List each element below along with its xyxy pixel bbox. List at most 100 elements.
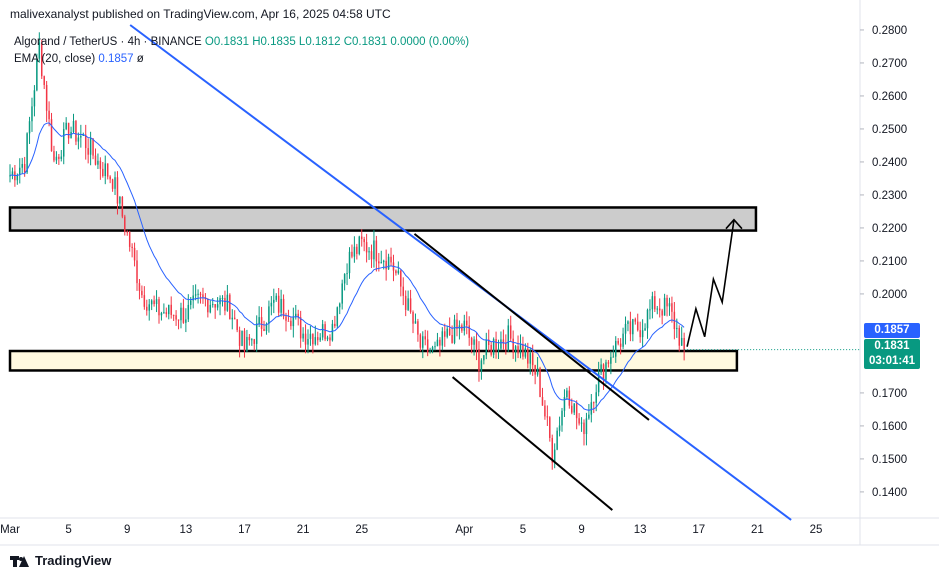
candle-up[interactable] [566,390,568,398]
candle-down[interactable] [116,177,119,204]
candle-up[interactable] [292,317,295,327]
candle-down[interactable] [444,331,446,337]
candle-up[interactable] [185,319,187,323]
candle-up[interactable] [585,418,588,435]
candle-down[interactable] [277,295,280,313]
candle-down[interactable] [111,179,114,189]
candle-down[interactable] [45,84,48,111]
candle-up[interactable] [627,321,629,324]
candle-up[interactable] [226,294,229,311]
candle-up[interactable] [519,343,522,354]
candle-down[interactable] [158,299,160,316]
candle-down[interactable] [263,328,265,331]
candle-down[interactable] [146,306,148,311]
candle-up[interactable] [302,333,304,339]
candle-up[interactable] [507,325,510,350]
candle-down[interactable] [639,330,641,338]
candle-up[interactable] [319,337,321,341]
candle-down[interactable] [671,303,673,312]
candle-up[interactable] [19,167,21,175]
candle-down[interactable] [439,339,441,346]
candle-up[interactable] [580,422,583,424]
candle-up[interactable] [270,302,273,307]
candle-down[interactable] [165,312,168,315]
candle-down[interactable] [568,390,571,406]
candle-up[interactable] [485,339,488,356]
candle-up[interactable] [21,163,23,168]
candle-down[interactable] [575,403,578,419]
candle-down[interactable] [602,364,605,380]
candle-up[interactable] [632,319,634,335]
candle-up[interactable] [651,296,654,310]
price-chart[interactable]: 0.1400 0.1500 0.1600 0.1700 0.2000 0.2100 0.22… [0,0,939,579]
candle-up[interactable] [622,333,624,347]
candle-up[interactable] [387,256,390,270]
candle-up[interactable] [343,274,346,284]
candle-down[interactable] [131,246,133,248]
candle-down[interactable] [534,365,536,375]
candle-up[interactable] [273,299,275,303]
candle-up[interactable] [338,303,341,308]
candle-up[interactable] [77,137,80,142]
candle-down[interactable] [199,293,202,295]
candle-up[interactable] [500,339,502,349]
candle-up[interactable] [26,133,28,173]
candle-up[interactable] [221,297,224,299]
candle-up[interactable] [348,251,351,274]
candle-up[interactable] [590,402,593,415]
candle-down[interactable] [683,337,685,350]
candle-up[interactable] [463,320,466,331]
candle-down[interactable] [182,307,185,323]
candle-up[interactable] [380,262,383,264]
candle-up[interactable] [434,346,436,348]
candle-up[interactable] [600,364,602,373]
candle-up[interactable] [336,307,339,327]
candle-down[interactable] [329,337,331,341]
candle-down[interactable] [317,337,319,341]
candle-up[interactable] [656,308,659,310]
candle-down[interactable] [661,310,663,316]
candle-up[interactable] [255,323,258,344]
candle-down[interactable] [87,148,89,155]
candle-up[interactable] [536,368,539,375]
candle-down[interactable] [102,168,104,177]
candle-up[interactable] [160,313,163,316]
candle-down[interactable] [253,339,256,344]
candle-up[interactable] [353,246,356,257]
candle-up[interactable] [561,410,563,426]
candle-down[interactable] [478,348,480,372]
candle-up[interactable] [211,304,214,306]
candle-down[interactable] [43,76,45,85]
candle-up[interactable] [314,337,317,345]
candle-down[interactable] [365,242,368,253]
candle-up[interactable] [346,273,348,275]
candle-up[interactable] [649,309,651,311]
candle-down[interactable] [509,325,512,339]
candle-up[interactable] [614,340,617,357]
candle-down[interactable] [426,339,429,353]
candle-up[interactable] [258,317,260,324]
candle-up[interactable] [155,299,158,305]
symbol-label[interactable]: Algorand / TetherUS · 4h · BINANCE [14,36,202,48]
candle-up[interactable] [231,317,234,320]
candle-up[interactable] [62,129,65,157]
candle-down[interactable] [233,317,236,320]
candle-down[interactable] [128,231,131,247]
candle-up[interactable] [610,357,612,364]
candle-down[interactable] [634,319,637,322]
candle-down[interactable] [451,334,453,343]
candle-down[interactable] [356,246,358,254]
candle-up[interactable] [31,106,33,122]
candle-down[interactable] [334,323,336,327]
candle-up[interactable] [358,236,361,254]
candle-up[interactable] [680,337,683,346]
candle-up[interactable] [89,138,92,155]
candle-up[interactable] [588,414,590,419]
candle-up[interactable] [558,425,561,431]
blue-descending-trendline[interactable] [129,24,792,521]
candle-down[interactable] [126,231,128,233]
candle-up[interactable] [251,339,253,341]
candle-up[interactable] [331,323,334,341]
candle-down[interactable] [636,321,639,331]
candle-up[interactable] [280,298,282,313]
